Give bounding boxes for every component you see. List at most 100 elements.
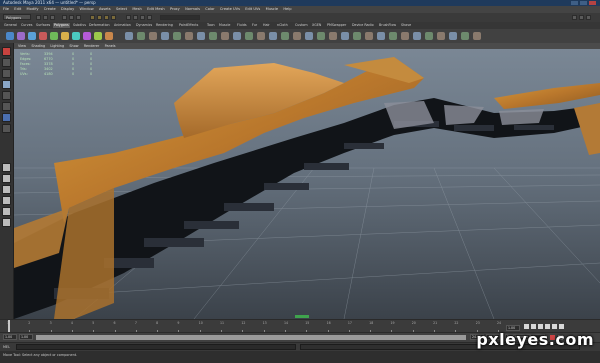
select-tool-icon[interactable] <box>2 47 11 56</box>
go-to-end-icon[interactable] <box>559 324 564 329</box>
shelf-tool-icon[interactable] <box>6 32 14 40</box>
minimize-button[interactable] <box>571 1 578 5</box>
menu-item[interactable]: Edit UVs <box>245 6 260 13</box>
ipr-render-icon[interactable] <box>140 15 145 20</box>
shelf-tab-active[interactable]: Polygons <box>53 23 70 28</box>
menu-item[interactable]: Mesh <box>132 6 141 13</box>
shelf-tool-icon[interactable] <box>293 32 301 40</box>
graph-layout-icon[interactable] <box>2 196 11 205</box>
shelf-tab[interactable]: Device Radio <box>351 23 375 28</box>
menu-item[interactable]: Assets <box>99 6 111 13</box>
shelf-tab[interactable]: XGEN <box>311 23 322 28</box>
menu-item[interactable]: Color <box>205 6 214 13</box>
rotate-tool-icon[interactable] <box>2 91 11 100</box>
panel-menu-shading[interactable]: Shading <box>31 43 45 49</box>
shelf-tab[interactable]: Fluids <box>236 23 248 28</box>
single-pane-layout-icon[interactable] <box>2 163 11 172</box>
shelf-tool-icon[interactable] <box>365 32 373 40</box>
menu-item[interactable]: File <box>3 6 9 13</box>
start-time-field[interactable]: 1.00 <box>3 334 17 340</box>
shelf-tab[interactable]: Deformation <box>88 23 111 28</box>
shelf-tool-icon[interactable] <box>437 32 445 40</box>
shelf-tab[interactable]: Toon <box>206 23 216 28</box>
manipulator-icon[interactable] <box>2 113 11 122</box>
step-forward-icon[interactable] <box>552 324 557 329</box>
shelf-tool-icon[interactable] <box>50 32 58 40</box>
shelf-tool-icon[interactable] <box>413 32 421 40</box>
select-object-icon[interactable] <box>69 15 74 20</box>
command-input[interactable] <box>16 344 296 350</box>
shelf-tab[interactable]: Surfaces <box>35 23 51 28</box>
select-hierarchy-icon[interactable] <box>62 15 67 20</box>
render-icon[interactable] <box>133 15 138 20</box>
scale-tool-icon[interactable] <box>2 102 11 111</box>
shelf-tool-icon[interactable] <box>401 32 409 40</box>
shelf-tab[interactable]: nCloth <box>276 23 289 28</box>
shelf-tool-icon[interactable] <box>83 32 91 40</box>
shelf-tab[interactable]: PaintEffects <box>178 23 199 28</box>
last-tool-icon[interactable] <box>2 124 11 133</box>
step-back-icon[interactable] <box>531 324 536 329</box>
menu-item[interactable]: Create UVs <box>220 6 240 13</box>
shelf-tool-icon[interactable] <box>329 32 337 40</box>
playback-start-field[interactable]: 1.00 <box>19 334 33 340</box>
panel-menu-show[interactable]: Show <box>69 43 78 49</box>
shelf-tool-icon[interactable] <box>185 32 193 40</box>
menu-item[interactable]: Help <box>283 6 291 13</box>
lasso-tool-icon[interactable] <box>2 58 11 67</box>
close-button[interactable] <box>589 1 596 5</box>
shelf-tool-icon[interactable] <box>161 32 169 40</box>
shelf-tool-icon[interactable] <box>125 32 133 40</box>
shelf-tool-icon[interactable] <box>281 32 289 40</box>
shelf-tab[interactable]: Dynamics <box>135 23 153 28</box>
shelf-tool-icon[interactable] <box>473 32 481 40</box>
hypershade-layout-icon[interactable] <box>2 207 11 216</box>
shelf-tab[interactable]: BrushFlow <box>378 23 397 28</box>
shelf-tool-icon[interactable] <box>105 32 113 40</box>
shelf-tool-icon[interactable] <box>137 32 145 40</box>
shelf-tool-icon[interactable] <box>389 32 397 40</box>
snap-curve-icon[interactable] <box>97 15 102 20</box>
shelf-tab[interactable]: Hair <box>262 23 271 28</box>
shelf-tool-icon[interactable] <box>425 32 433 40</box>
shelf-tab[interactable]: Muscle <box>218 23 231 28</box>
menu-item[interactable]: Normals <box>185 6 200 13</box>
outliner-layout-icon[interactable] <box>2 185 11 194</box>
shelf-tab[interactable]: Custom <box>294 23 309 28</box>
play-backward-icon[interactable] <box>538 324 543 329</box>
render-layout-icon[interactable] <box>2 218 11 227</box>
menu-item[interactable]: Proxy <box>170 6 180 13</box>
shelf-tab[interactable]: Shave <box>400 23 412 28</box>
shelf-tab[interactable]: Fur <box>251 23 258 28</box>
snap-point-icon[interactable] <box>104 15 109 20</box>
paint-select-icon[interactable] <box>2 69 11 78</box>
shelf-tool-icon[interactable] <box>233 32 241 40</box>
attribute-editor-icon[interactable] <box>572 15 577 20</box>
new-scene-icon[interactable] <box>36 15 41 20</box>
menu-item[interactable]: Select <box>116 6 127 13</box>
menu-item[interactable]: Window <box>80 6 94 13</box>
play-forward-icon[interactable] <box>545 324 550 329</box>
save-scene-icon[interactable] <box>50 15 55 20</box>
menu-item[interactable]: Display <box>61 6 74 13</box>
range-bar[interactable] <box>36 335 466 340</box>
shelf-tool-icon[interactable] <box>197 32 205 40</box>
panel-menu-renderer[interactable]: Renderer <box>84 43 99 49</box>
shelf-tool-icon[interactable] <box>39 32 47 40</box>
menu-item[interactable]: Edit Mesh <box>147 6 165 13</box>
shelf-tool-icon[interactable] <box>353 32 361 40</box>
panel-menu-panels[interactable]: Panels <box>105 43 116 49</box>
shelf-tool-icon[interactable] <box>17 32 25 40</box>
shelf-tool-icon[interactable] <box>269 32 277 40</box>
menu-item[interactable]: Modify <box>27 6 39 13</box>
shelf-tool-icon[interactable] <box>173 32 181 40</box>
menu-set-dropdown[interactable]: Polygons <box>3 14 31 20</box>
shelf-tool-icon[interactable] <box>317 32 325 40</box>
shelf-tool-icon[interactable] <box>149 32 157 40</box>
shelf-tool-icon[interactable] <box>449 32 457 40</box>
shelf-tab[interactable]: Animation <box>113 23 132 28</box>
shelf-tool-icon[interactable] <box>209 32 217 40</box>
four-pane-layout-icon[interactable] <box>2 174 11 183</box>
select-component-icon[interactable] <box>76 15 81 20</box>
perspective-viewport[interactable]: View Shading Lighting Show Renderer Pane… <box>14 43 600 319</box>
